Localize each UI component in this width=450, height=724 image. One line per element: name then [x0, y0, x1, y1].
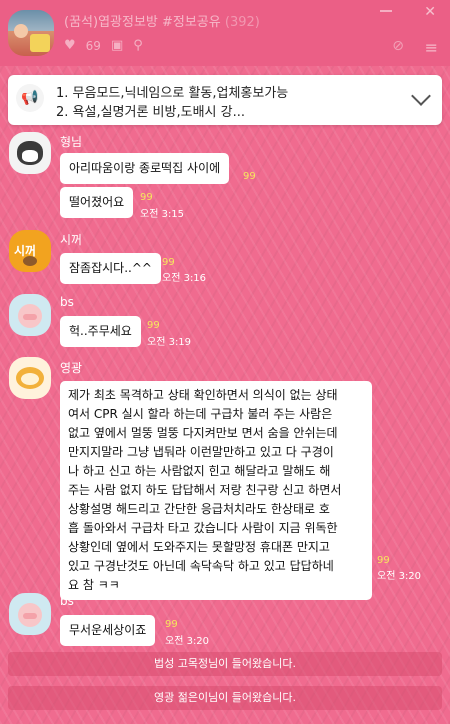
close-icon[interactable]: ✕ [424, 4, 436, 20]
message-line: 나 하고 신고 하는 사람없지 힌고 해달라고 말해도 해 [68, 464, 331, 478]
avatar[interactable] [9, 132, 51, 174]
chevron-down-icon[interactable] [411, 86, 431, 106]
message-time: 오전 3:20 [165, 636, 210, 647]
menu-icon[interactable]: ≡ [425, 38, 438, 57]
megaphone-icon: 📢 [16, 84, 44, 112]
sender-name: 시꺼 [60, 233, 83, 247]
message-line: 제가 최초 목격하고 상태 확인하면서 의식이 없는 상태 [68, 388, 338, 402]
heart-icon[interactable]: ♥ [64, 38, 76, 53]
unread-count: 99 [165, 619, 178, 630]
sender-name: 형님 [60, 135, 83, 149]
message-line: 만지지말라 그냥 냅둬라 이런말만하고 있고 다 구경이 [68, 445, 334, 459]
message-bubble[interactable]: 잠좀잡시다..^^ [60, 253, 161, 284]
avatar[interactable] [9, 357, 51, 399]
notice-line-2: 2. 욕설,실명거론 비방,도배시 강... [56, 105, 245, 120]
system-message: 법성 고목정님이 들어왔습니다. [8, 652, 442, 676]
message-bubble[interactable]: 아리따움이랑 종로떡집 사이에 [60, 153, 230, 184]
message-bubble[interactable]: 떨어졌어요 [60, 187, 134, 218]
notice-line-1: 1. 무음모드,닉네임으로 활동,업체홍보가능 [56, 86, 289, 101]
avatar[interactable] [9, 294, 51, 336]
message-line: 상황설명 해드리고 간단한 응급처치라도 한상태로 호 [68, 502, 330, 516]
unread-count: 99 [377, 555, 390, 566]
message-line: 요 참 ㅋㅋ [68, 578, 120, 592]
message-line: 없고 옆에서 멀뚱 멀뚱 다지켜만보 면서 숨을 안쉬는데 [68, 426, 338, 440]
sender-name: 영광 [60, 361, 83, 375]
message-time: 오전 3:16 [162, 273, 207, 284]
message-line: 주는 사람 없지 하도 답답해서 저랑 친구랑 신고 하면서 [68, 483, 342, 497]
room-title: (꿈석)엽광정보방 #정보공유 (392) [64, 11, 260, 30]
message-bubble[interactable]: 무서운세상이죠 [60, 615, 156, 646]
like-count: 69 [85, 38, 101, 53]
message-time: 오전 3:19 [147, 337, 192, 348]
avatar[interactable]: 시꺼 [9, 230, 51, 272]
system-message: 영광 젊은이님이 들어왔습니다. [8, 686, 442, 710]
header-controls: ✕ ⊘ ≡ [360, 4, 440, 64]
person-icon[interactable]: ⚲ [133, 38, 143, 53]
notice-banner[interactable]: 📢 1. 무음모드,닉네임으로 활동,업체홍보가능 2. 욕설,실명거론 비방,… [8, 75, 442, 125]
message-bubble[interactable]: 제가 최초 목격하고 상태 확인하면서 의식이 없는 상태 여서 CPR 실시 … [60, 381, 372, 600]
room-avatar[interactable] [8, 10, 54, 56]
message-bubble[interactable]: 헉..주무세요 [60, 316, 141, 347]
unread-count: 99 [140, 192, 153, 203]
unread-count: 99 [147, 320, 160, 331]
sender-name: bs [60, 295, 74, 309]
room-title-text: (꿈석)엽광정보방 #정보공유 [64, 15, 221, 30]
message-time: 오전 3:15 [140, 209, 185, 220]
avatar[interactable] [9, 593, 51, 635]
message-line: 흡 돌아와서 구급차 타고 갔습니다 사람이 지금 위독한 [68, 521, 338, 535]
header-sub-row: ♥ 69 ▣ ⚲ [64, 38, 143, 53]
chat-header: (꿈석)엽광정보방 #정보공유 (392) ♥ 69 ▣ ⚲ ✕ ⊘ ≡ [0, 0, 450, 66]
message-line: 상황인데 옆에서 도와주지는 못할망정 휴대폰 만지고 [68, 540, 330, 554]
message-line: 여서 CPR 실시 할라 하는데 구급차 불러 주는 사람은 [68, 407, 333, 421]
minimize-icon[interactable] [380, 10, 392, 12]
mute-icon[interactable]: ⊘ [392, 38, 404, 54]
sender-name: bs [60, 594, 74, 608]
unread-count: 99 [243, 171, 256, 182]
member-count: (392) [224, 15, 260, 30]
message-time: 오전 3:20 [377, 571, 422, 582]
message-line: 있고 구경난것도 아닌데 속닥속닥 하고 있고 답답하네 [68, 559, 334, 573]
unread-count: 99 [162, 257, 175, 268]
box-icon[interactable]: ▣ [111, 38, 123, 53]
